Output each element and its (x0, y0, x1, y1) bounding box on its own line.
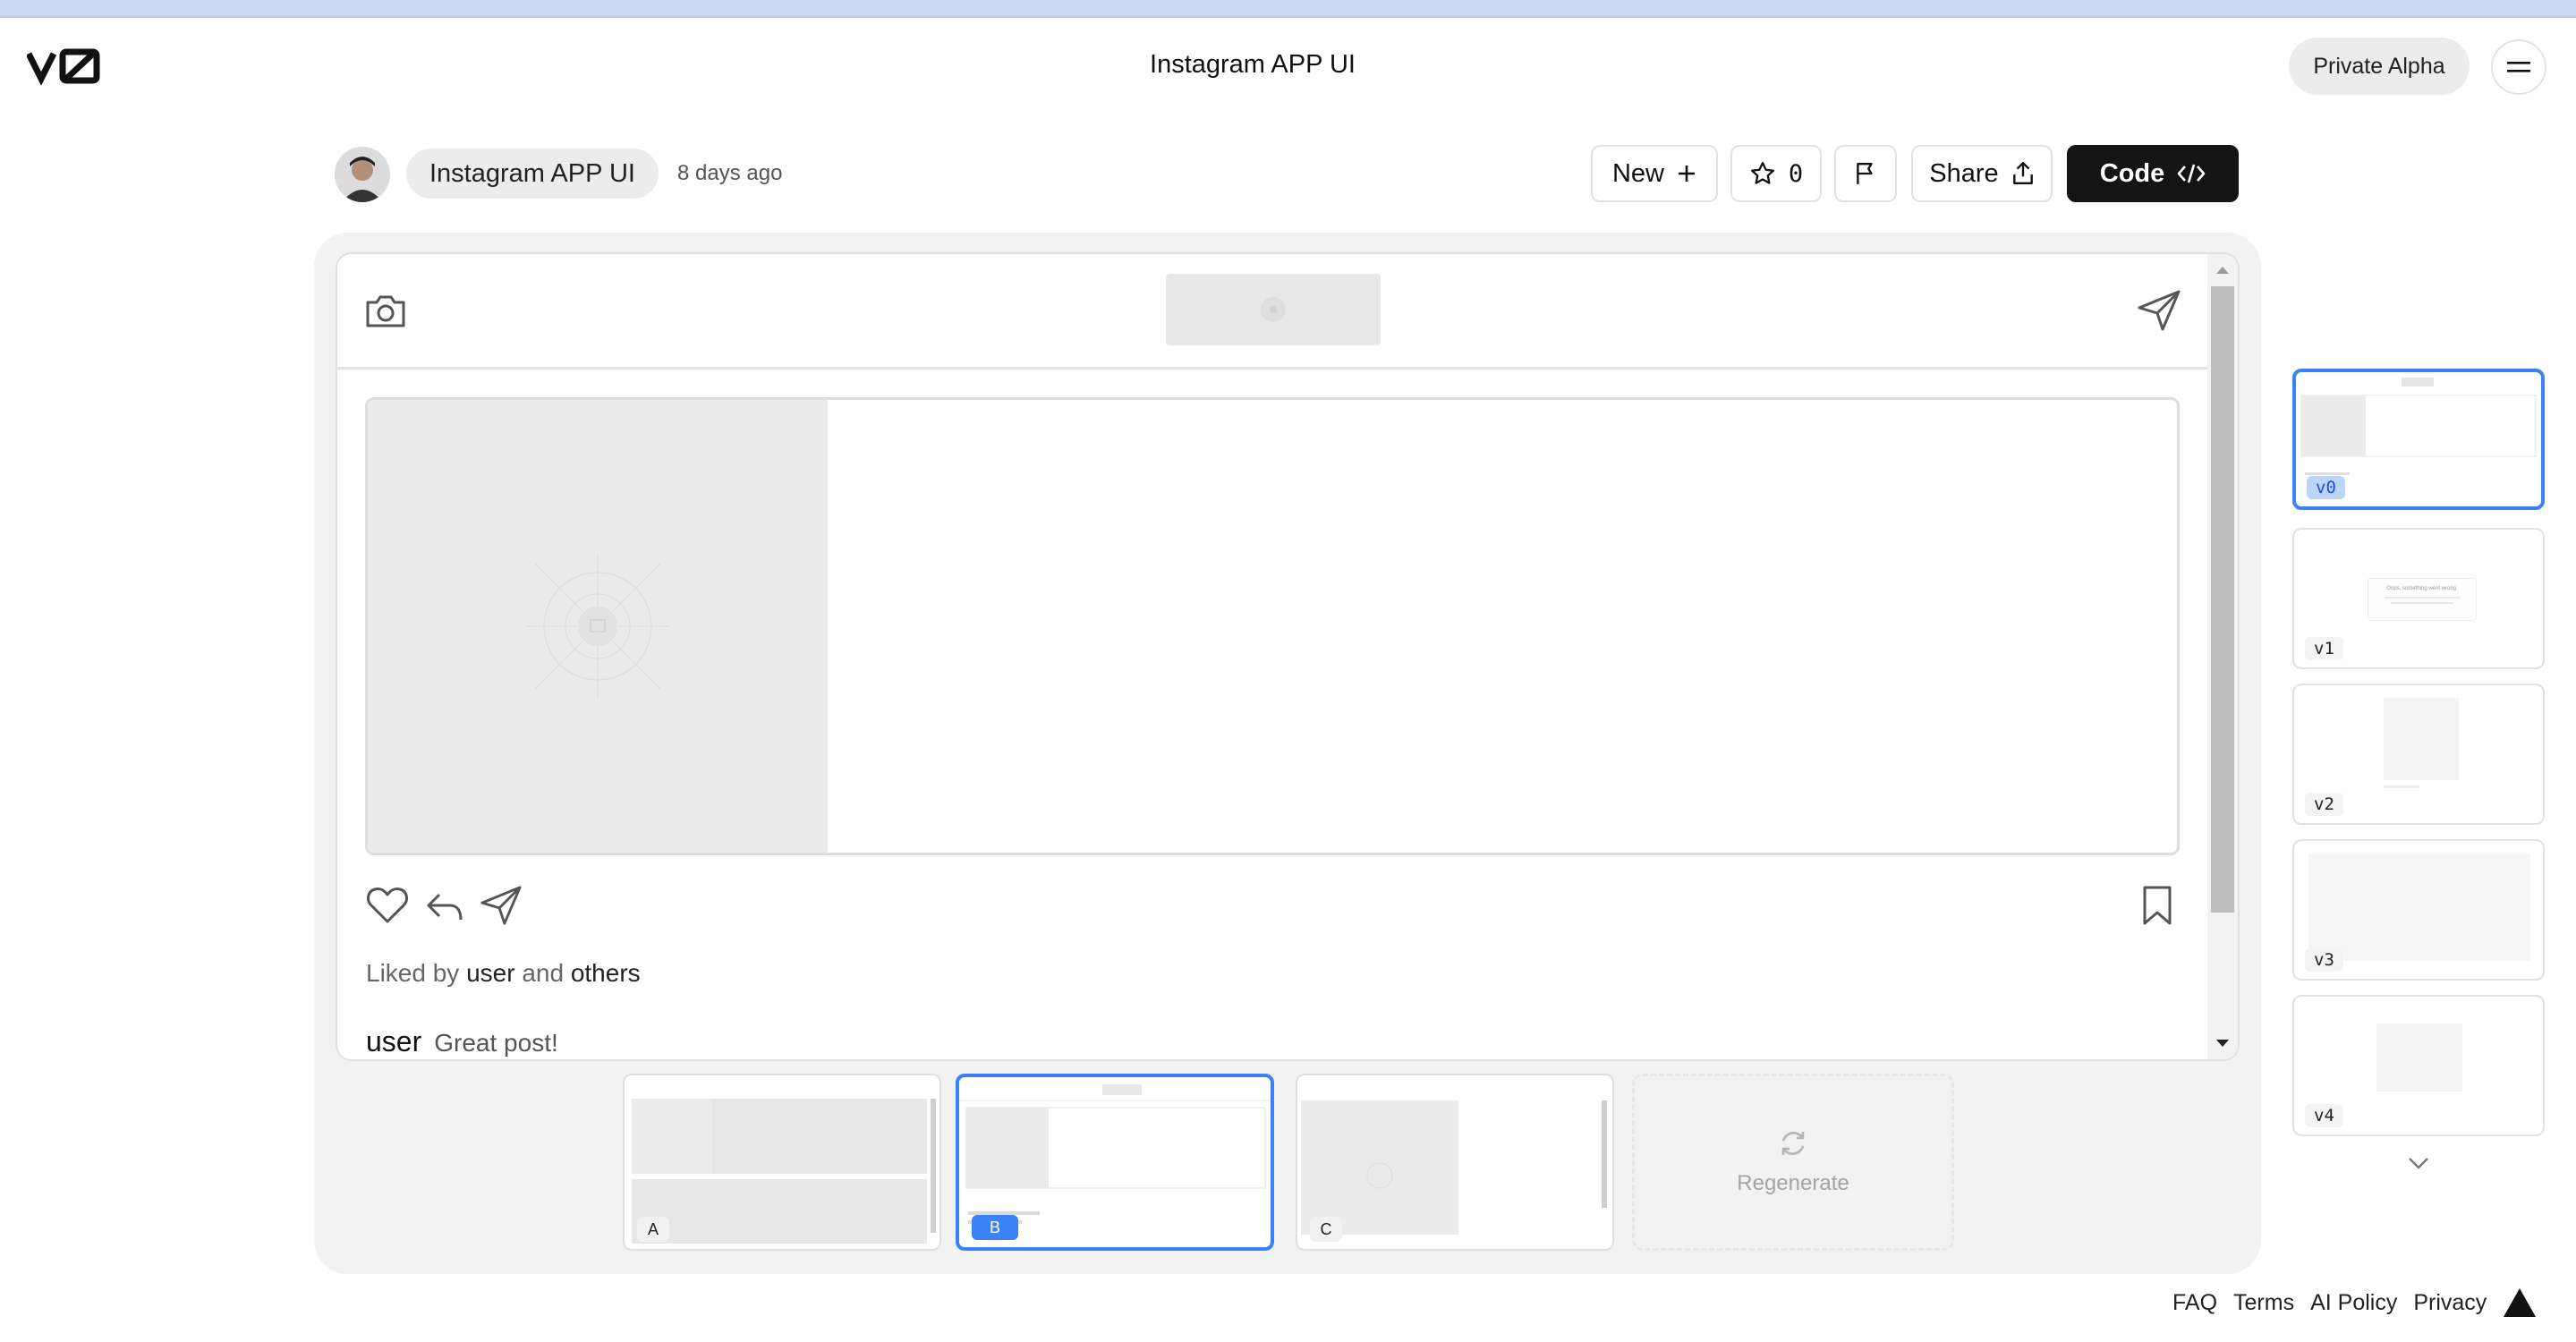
scroll-up-arrow-icon[interactable] (2215, 265, 2230, 276)
variant-label: B (972, 1215, 1018, 1240)
variant-label: A (637, 1217, 669, 1242)
footer-privacy-link[interactable]: Privacy (2413, 1290, 2487, 1316)
version-label: v2 (2305, 793, 2343, 816)
heart-icon[interactable] (366, 886, 409, 925)
version-label: v0 (2307, 476, 2345, 499)
v0-logo-icon[interactable] (27, 47, 102, 86)
version-thumbnail-v0[interactable]: v0 (2292, 369, 2545, 510)
plus-icon (1679, 166, 1695, 182)
version-thumbnail-v4[interactable]: v4 (2292, 995, 2545, 1136)
code-label: Code (2099, 158, 2165, 188)
browser-top-strip (0, 0, 2576, 18)
likes-user[interactable]: user (466, 959, 514, 987)
refresh-icon (1781, 1132, 1805, 1155)
version-label: v1 (2305, 637, 2343, 660)
variant-c-thumbnail[interactable]: C (1296, 1074, 1614, 1251)
error-preview-line (2385, 597, 2460, 599)
variant-label: C (1310, 1217, 1342, 1242)
scrollbar-thumb[interactable] (2211, 286, 2234, 913)
chevron-down-icon[interactable] (2407, 1156, 2430, 1170)
private-alpha-badge[interactable]: Private Alpha (2289, 38, 2470, 95)
share-button[interactable]: Share (1911, 145, 2053, 202)
footer-faq-link[interactable]: FAQ (2172, 1290, 2217, 1316)
share-send-icon[interactable] (479, 884, 523, 927)
app-header (337, 254, 2211, 369)
variant-preview-image (1301, 1100, 1607, 1235)
report-button[interactable] (1834, 145, 1897, 202)
page-title: Instagram APP UI (1150, 50, 1356, 79)
variant-a-thumbnail[interactable]: A (623, 1074, 941, 1251)
version-label: v4 (2305, 1104, 2343, 1127)
send-icon[interactable] (2136, 288, 2182, 333)
avatar[interactable] (335, 147, 390, 202)
footer-links: FAQ Terms AI Policy Privacy (2172, 1290, 2487, 1316)
camera-icon[interactable] (364, 292, 407, 329)
version-thumbnail-v2[interactable]: v2 (2292, 684, 2545, 825)
likes-text: Liked by user and others (366, 959, 641, 988)
share-label: Share (1929, 158, 1999, 188)
likes-and: and (522, 959, 565, 987)
error-card-preview: Oops, something went wrong. (2368, 578, 2477, 621)
reply-icon[interactable] (425, 889, 464, 925)
likes-prefix: Liked by (366, 959, 460, 987)
share-upload-icon (2012, 161, 2033, 184)
menu-button[interactable] (2491, 39, 2546, 95)
version-label: v3 (2305, 948, 2343, 972)
comment-text: Great post! (434, 1029, 558, 1057)
post-card[interactable] (365, 397, 2180, 855)
code-icon (2177, 164, 2206, 183)
error-preview-title: Oops, something went wrong. (2386, 586, 2458, 591)
error-preview-line (2391, 602, 2453, 604)
star-icon (1750, 162, 1774, 184)
variant-b-thumbnail[interactable]: B (956, 1074, 1274, 1251)
regenerate-label: Regenerate (1737, 1171, 1849, 1195)
star-count: 0 (1788, 159, 1804, 188)
vercel-logo-icon[interactable] (2504, 1288, 2536, 1317)
version-thumbnail-v3[interactable]: v3 (2292, 839, 2545, 981)
comment-user[interactable]: user (366, 1025, 421, 1057)
user-avatar-icon (335, 147, 390, 202)
footer-ai-policy-link[interactable]: AI Policy (2310, 1290, 2397, 1316)
new-button[interactable]: New (1591, 145, 1718, 202)
logo-placeholder-image (1166, 274, 1381, 345)
image-placeholder-icon (526, 555, 669, 698)
scrollbar[interactable] (2207, 254, 2238, 1059)
bookmark-icon[interactable] (2139, 884, 2175, 927)
image-placeholder-icon (1261, 297, 1286, 322)
flag-icon (1857, 163, 1873, 184)
version-thumbnail-v1[interactable]: Oops, something went wrong. v1 (2292, 528, 2545, 669)
preview-frame[interactable]: Liked by user and others user Great post! (336, 252, 2240, 1061)
comment-row: user Great post! (366, 1025, 558, 1058)
footer-terms-link[interactable]: Terms (2233, 1290, 2294, 1316)
star-button[interactable]: 0 (1730, 145, 1822, 202)
post-image-placeholder (368, 400, 828, 853)
new-label: New (1611, 158, 1664, 188)
regenerate-button[interactable]: Regenerate (1632, 1074, 1954, 1251)
last-updated: 8 days ago (677, 161, 783, 185)
scroll-down-arrow-icon[interactable] (2215, 1038, 2230, 1049)
code-button[interactable]: Code (2067, 145, 2239, 202)
variant-preview-image (625, 1075, 939, 1244)
project-name-chip[interactable]: Instagram APP UI (406, 149, 659, 199)
menu-icon (2507, 62, 2530, 72)
likes-others[interactable]: others (571, 959, 641, 987)
